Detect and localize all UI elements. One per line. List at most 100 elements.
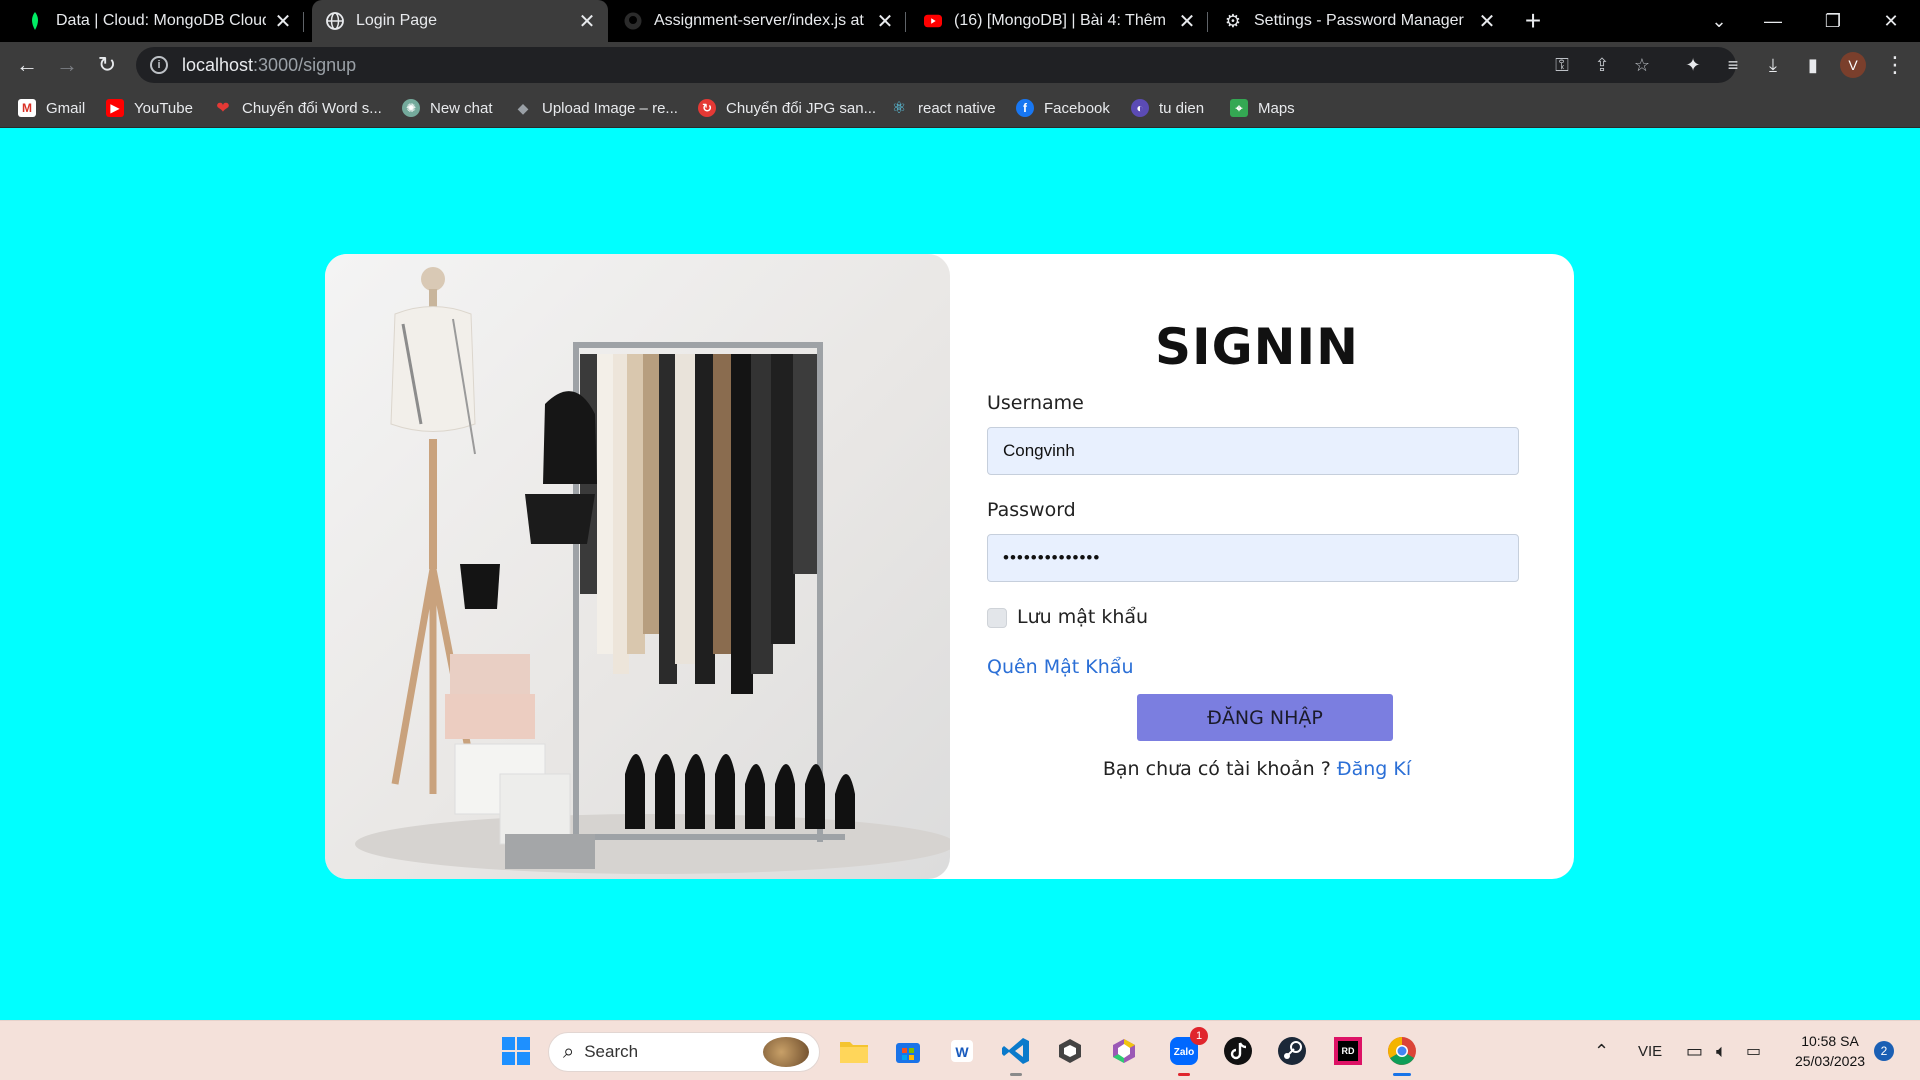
signin-form: SIGNIN Username Password Lưu mật khẩu Qu…	[987, 254, 1527, 879]
rider-icon[interactable]: RD	[1330, 1033, 1366, 1069]
bookmark-label: Gmail	[46, 99, 86, 117]
bookmark-tu-dien[interactable]: ◐ tu dien	[1131, 96, 1204, 120]
zalo-icon[interactable]: Zalo 1	[1166, 1027, 1208, 1076]
svg-text:RD: RD	[1342, 1046, 1355, 1056]
shell-icon	[763, 1037, 809, 1067]
bookmark-label: New chat	[430, 99, 493, 117]
close-icon[interactable]: ✕	[576, 10, 598, 33]
profile-avatar[interactable]: V	[1840, 52, 1866, 78]
close-icon[interactable]: ✕	[272, 10, 294, 33]
openai-icon: ✺	[402, 99, 420, 117]
tab-login-page[interactable]: Login Page ✕	[312, 0, 608, 42]
language-indicator[interactable]: VIE	[1638, 1021, 1662, 1080]
menu-icon[interactable]: ⋮	[1880, 50, 1910, 80]
back-button[interactable]: ←	[12, 50, 42, 80]
clock-time: 10:58 SA	[1801, 1033, 1859, 1049]
minimize-button[interactable]: —	[1748, 0, 1798, 42]
bookmark-gmail[interactable]: M Gmail	[18, 96, 85, 120]
forgot-password-link[interactable]: Quên Mật Khẩu	[987, 656, 1133, 678]
system-clock[interactable]: 10:58 SA 25/03/2023	[1780, 1031, 1880, 1071]
notification-count-badge[interactable]: 2	[1874, 1041, 1894, 1061]
tab-strip: Data | Cloud: MongoDB Cloud ✕ Login Page…	[0, 0, 1920, 42]
bookmarks-bar: M Gmail ▶ YouTube ❤ Chuyển đổi Word s...…	[0, 88, 1920, 128]
bookmark-youtube[interactable]: ▶ YouTube	[106, 96, 193, 120]
battery-icon[interactable]: ▭	[1746, 1021, 1761, 1080]
signin-button[interactable]: ĐĂNG NHẬP	[1137, 694, 1393, 741]
word-icon[interactable]: W	[944, 1033, 980, 1069]
signup-link[interactable]: Đăng Kí	[1337, 758, 1411, 780]
bookmark-react-native[interactable]: ⚛ react native	[890, 96, 996, 120]
username-label: Username	[987, 392, 1084, 414]
password-label: Password	[987, 499, 1076, 521]
svg-text:W: W	[955, 1044, 969, 1060]
bookmark-label: tu dien	[1159, 99, 1205, 117]
unity-icon[interactable]	[1052, 1033, 1088, 1069]
page-title: SIGNIN	[1155, 318, 1359, 376]
convert-icon: ↻	[698, 99, 716, 117]
gear-icon: ⚙	[1224, 10, 1242, 31]
close-window-button[interactable]: ✕	[1866, 0, 1916, 42]
microsoft-store-icon[interactable]	[890, 1033, 926, 1069]
site-info-icon[interactable]: i	[150, 56, 168, 74]
address-bar[interactable]: i localhost:3000/signup ⚿ ⇪ ☆	[136, 47, 1736, 83]
url-path: :3000/signup	[253, 54, 357, 75]
password-field[interactable]	[987, 534, 1519, 582]
extensions-icon[interactable]: ✦	[1678, 50, 1708, 80]
close-icon[interactable]: ✕	[1176, 10, 1198, 33]
vscode-icon[interactable]	[998, 1033, 1034, 1076]
tab-label: Assignment-server/index.js at ma	[654, 12, 868, 29]
clock-date: 25/03/2023	[1794, 1053, 1866, 1069]
windows-start-icon[interactable]	[498, 1033, 534, 1069]
steam-icon[interactable]	[1274, 1033, 1310, 1069]
bookmark-jpg-convert[interactable]: ↻ Chuyển đổi JPG san...	[698, 96, 876, 120]
bookmark-label: YouTube	[134, 99, 193, 117]
tab-mongodb-cloud[interactable]: Data | Cloud: MongoDB Cloud ✕	[14, 0, 304, 42]
file-explorer-icon[interactable]	[836, 1033, 872, 1069]
restore-button[interactable]: ❐	[1808, 0, 1858, 42]
bookmark-label: Facebook	[1044, 99, 1110, 117]
volume-icon[interactable]: 🔈︎	[1716, 1021, 1727, 1080]
dictionary-icon: ◐	[1131, 99, 1149, 117]
bookmark-label: Chuyển đổi JPG san...	[726, 99, 877, 117]
chrome-icon[interactable]	[1384, 1033, 1420, 1076]
forward-button[interactable]: →	[52, 50, 82, 80]
polygon-app-icon[interactable]	[1106, 1033, 1142, 1069]
username-field[interactable]	[987, 427, 1519, 475]
network-icon[interactable]: ▭	[1686, 1021, 1703, 1080]
tab-label: Settings - Password Manager	[1254, 12, 1464, 29]
share-icon[interactable]: ⇪	[1588, 51, 1616, 79]
bookmark-facebook[interactable]: f Facebook	[1016, 96, 1110, 120]
bookmark-maps[interactable]: ⌖ Maps	[1230, 96, 1295, 120]
key-icon[interactable]: ⚿	[1548, 51, 1576, 79]
maps-icon: ⌖	[1230, 99, 1248, 117]
taskbar-search[interactable]: ⌕ Search	[548, 1032, 820, 1072]
remember-checkbox[interactable]	[987, 608, 1007, 628]
bookmark-label: Upload Image – re...	[542, 99, 678, 117]
media-icon[interactable]: ≡	[1718, 50, 1748, 80]
star-icon[interactable]: ☆	[1628, 51, 1656, 79]
remember-label: Lưu mật khẩu	[1017, 606, 1149, 628]
url-host: localhost	[182, 54, 254, 75]
close-icon[interactable]: ✕	[874, 10, 896, 33]
github-icon	[624, 12, 642, 30]
bookmark-word-convert[interactable]: ❤ Chuyển đổi Word s...	[214, 96, 382, 120]
download-icon[interactable]: ⤓	[1758, 50, 1788, 80]
tab-github[interactable]: Assignment-server/index.js at ma ✕	[614, 0, 906, 42]
bookmark-upload-image[interactable]: ◆ Upload Image – re...	[514, 96, 678, 120]
bookmark-label: react native	[918, 99, 996, 117]
bookmark-new-chat[interactable]: ✺ New chat	[402, 96, 493, 120]
show-hidden-icons[interactable]: ⌃	[1594, 1021, 1609, 1080]
tiktok-icon[interactable]	[1220, 1033, 1256, 1069]
gmail-icon: M	[18, 99, 36, 117]
tab-youtube[interactable]: (16) [MongoDB] | Bài 4: Thêm sửa ✕	[914, 0, 1208, 42]
tab-search-button[interactable]: ⌄	[1694, 0, 1744, 42]
close-icon[interactable]: ✕	[1476, 10, 1498, 33]
globe-icon	[326, 12, 344, 30]
search-icon: ⌕	[563, 1040, 575, 1063]
reload-button[interactable]: ↻	[92, 50, 122, 80]
new-tab-button[interactable]: +	[1518, 5, 1548, 36]
browser-toolbar: ← → ↻ i localhost:3000/signup ⚿ ⇪ ☆ ✦ ≡ …	[0, 42, 1920, 88]
side-panel-icon[interactable]: ▮	[1798, 50, 1828, 80]
tab-password-manager[interactable]: ⚙ Settings - Password Manager ✕	[1214, 0, 1508, 42]
tab-label: Data | Cloud: MongoDB Cloud	[56, 12, 266, 29]
